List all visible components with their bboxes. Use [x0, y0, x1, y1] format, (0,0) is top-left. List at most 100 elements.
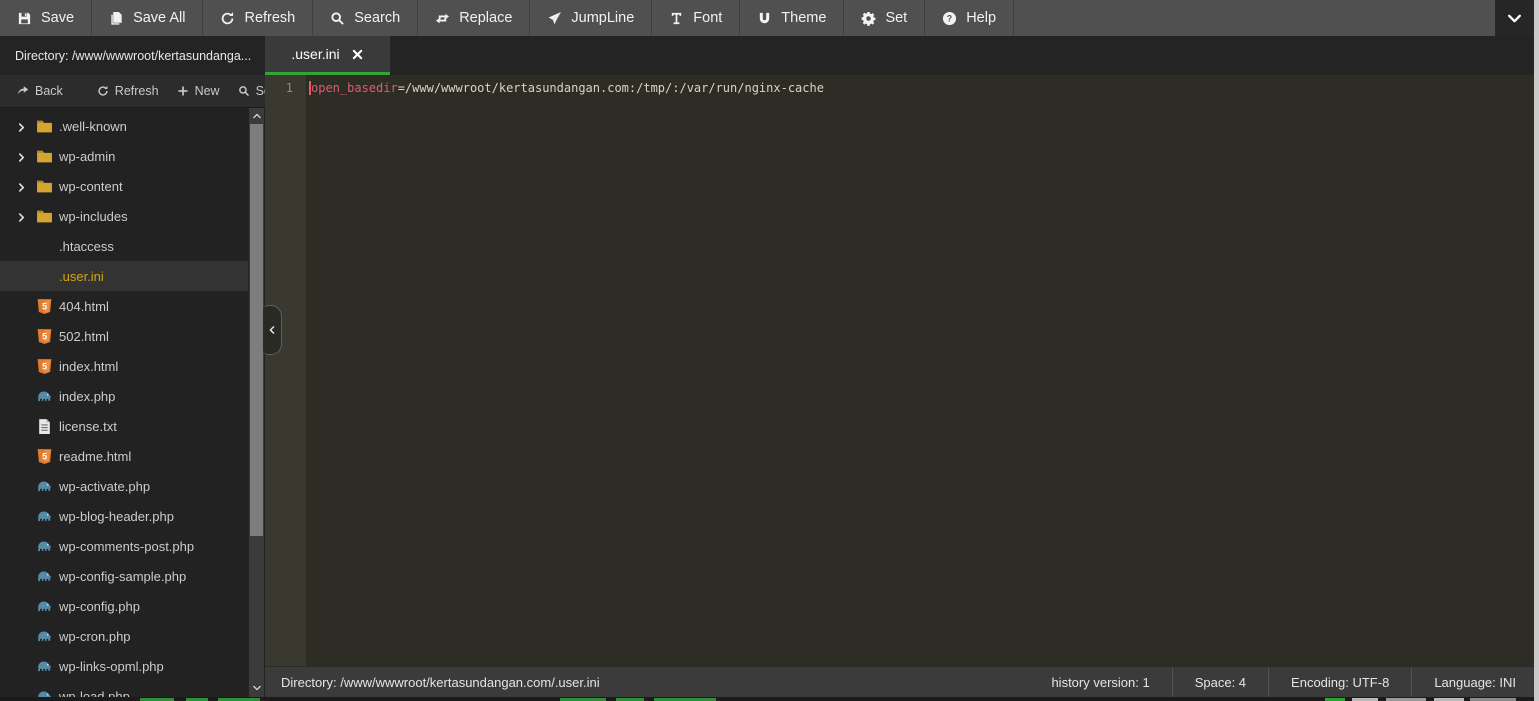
refresh-icon: [220, 11, 235, 26]
tree-item-502-html[interactable]: 5 502.html: [0, 321, 248, 351]
chevron-right-icon: [16, 122, 27, 133]
scroll-down-button[interactable]: [249, 681, 264, 695]
tree-expand-slot[interactable]: [16, 121, 36, 132]
tree-icon-slot: [36, 418, 59, 435]
tree-icon-slot: [36, 538, 59, 555]
tree-item-404-html[interactable]: 5 404.html: [0, 291, 248, 321]
top-toolbar: Save Save All Refresh Search Replace JumpLine…: [0, 0, 1495, 36]
gear-icon: [861, 11, 876, 26]
php-icon: [36, 688, 53, 697]
toolbar-button-label: Save: [41, 10, 75, 26]
code-editor[interactable]: 1 open_basedir=/www/wwwroot/kertasundang…: [265, 75, 1534, 666]
html-icon: 5: [36, 298, 53, 315]
toolbar-button-set[interactable]: Set: [844, 0, 926, 36]
chevron-left-icon: [267, 325, 277, 335]
chevron-down-icon: [1506, 10, 1523, 27]
tree-expand-slot: [16, 571, 36, 582]
toolbar-button-replace[interactable]: Replace: [418, 0, 531, 36]
toolbar-button-theme[interactable]: Theme: [740, 0, 845, 36]
tree-item-wp-links-opml-php[interactable]: wp-links-opml.php: [0, 651, 248, 681]
tree-icon-slot: [36, 478, 59, 495]
tree-item-label: wp-load.php: [59, 688, 130, 698]
tree-item-wp-content[interactable]: wp-content: [0, 171, 248, 201]
svg-text:5: 5: [42, 301, 47, 311]
chevron-down-icon: [252, 683, 262, 693]
php-icon: [36, 388, 53, 405]
line-number: 1: [285, 81, 293, 95]
save-all-icon: [109, 11, 124, 26]
toolbar-button-jumpline[interactable]: JumpLine: [530, 0, 653, 36]
tree-item-wp-includes[interactable]: wp-includes: [0, 201, 248, 231]
toolbar-button-label: Set: [885, 10, 908, 26]
tree-icon-slot: [36, 388, 59, 405]
tree-expand-slot: [16, 391, 36, 402]
tree-item-wp-comments-post-php[interactable]: wp-comments-post.php: [0, 531, 248, 561]
svg-text:5: 5: [42, 331, 47, 341]
tree-item-license-txt[interactable]: license.txt: [0, 411, 248, 441]
tree-expand-slot[interactable]: [16, 151, 36, 162]
tree-item-index-php[interactable]: index.php: [0, 381, 248, 411]
tree-item-index-html[interactable]: 5 index.html: [0, 351, 248, 381]
toolbar-button-save-all[interactable]: Save All: [92, 0, 204, 36]
tab-user-ini[interactable]: .user.ini: [265, 36, 390, 75]
php-icon: [36, 568, 53, 585]
tree-item-wp-load-php[interactable]: wp-load.php: [0, 681, 248, 697]
tree-item-user-ini[interactable]: .user.ini: [0, 261, 248, 291]
tree-item-well-known[interactable]: .well-known: [0, 111, 248, 141]
toolbar-button-label: Theme: [781, 10, 827, 26]
status-file-path: Directory: /www/wwwroot/kertasundangan.c…: [281, 674, 600, 690]
sidebar-collapse-handle[interactable]: [263, 305, 282, 355]
tree-item-label: wp-links-opml.php: [59, 658, 164, 674]
scroll-up-button[interactable]: [249, 109, 264, 123]
tree-expand-slot: [16, 361, 36, 372]
tree-item-readme-html[interactable]: 5 readme.html: [0, 441, 248, 471]
status-item-history-version: history version: 1: [1029, 667, 1173, 697]
tree-icon-slot: [36, 178, 59, 195]
php-icon: [36, 538, 53, 555]
tree-item-label: wp-blog-header.php: [59, 508, 174, 524]
tree-item-wp-config-php[interactable]: wp-config.php: [0, 591, 248, 621]
refresh-icon: [97, 85, 109, 97]
toolbar-button-refresh[interactable]: Refresh: [203, 0, 314, 36]
tree-icon-slot: [36, 148, 59, 165]
save-icon: [17, 11, 32, 26]
tree-icon-slot: 5: [36, 358, 59, 375]
folder-icon: [36, 208, 53, 225]
tree-item-label: wp-config-sample.php: [59, 568, 187, 584]
tree-item-wp-blog-header-php[interactable]: wp-blog-header.php: [0, 501, 248, 531]
toolbar-button-label: JumpLine: [571, 10, 635, 26]
toolbar-button-search[interactable]: Search: [313, 0, 419, 36]
toolbar-button-font[interactable]: Font: [652, 0, 741, 36]
toolbar-collapse-button[interactable]: [1495, 0, 1534, 36]
tree-expand-slot[interactable]: [16, 211, 36, 222]
code-content: open_basedir=/www/wwwroot/kertasundangan…: [306, 75, 1534, 672]
sidebar-button-new[interactable]: New: [168, 84, 229, 98]
tree-item-label: 502.html: [59, 328, 109, 344]
status-item-language: Language: INI: [1412, 667, 1539, 697]
tree-item-label: readme.html: [59, 448, 132, 464]
tree-item-wp-activate-php[interactable]: wp-activate.php: [0, 471, 248, 501]
toolbar-button-save[interactable]: Save: [0, 0, 93, 36]
sidebar-button-refresh[interactable]: Refresh: [88, 84, 168, 98]
window-scrollbar[interactable]: [1534, 0, 1539, 701]
tree-item-wp-admin[interactable]: wp-admin: [0, 141, 248, 171]
tree-item-label: .well-known: [59, 118, 127, 134]
scrollbar-thumb[interactable]: [250, 124, 263, 536]
php-icon: [36, 658, 53, 675]
sidebar-button-back[interactable]: Back: [8, 84, 72, 98]
tree-expand-slot[interactable]: [16, 181, 36, 192]
search-icon: [238, 85, 250, 97]
tree-icon-slot: [36, 118, 59, 135]
tree-expand-slot: [16, 331, 36, 342]
toolbar-button-help[interactable]: ? Help: [925, 0, 1015, 36]
close-icon[interactable]: [351, 48, 364, 61]
tree-item-wp-cron-php[interactable]: wp-cron.php: [0, 621, 248, 651]
tree-icon-slot: [36, 268, 59, 285]
toolbar-button-label: Help: [966, 10, 997, 26]
tree-item-htaccess[interactable]: .htaccess: [0, 231, 248, 261]
tree-item-wp-config-sample-php[interactable]: wp-config-sample.php: [0, 561, 248, 591]
tree-icon-slot: [36, 208, 59, 225]
status-items: history version: 1 Space: 4 Encoding: UTF-…: [1029, 667, 1539, 697]
tree-icon-slot: [36, 688, 59, 697]
tree-icon-slot: [36, 568, 59, 585]
